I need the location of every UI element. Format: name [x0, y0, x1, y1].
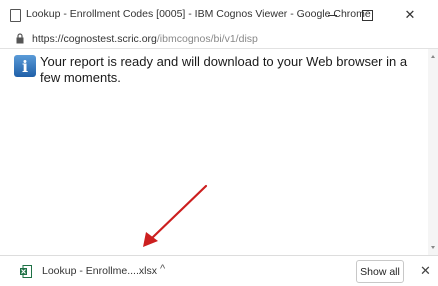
- download-item-name[interactable]: Lookup - Enrollme....xlsx: [42, 265, 157, 277]
- show-all-button[interactable]: Show all: [356, 260, 404, 283]
- close-download-bar-icon[interactable]: ✕: [420, 263, 431, 279]
- annotation-arrow: [143, 184, 208, 247]
- download-shelf: Lookup - Enrollme....xlsx ^ Show all ✕: [0, 255, 438, 286]
- chevron-up-icon[interactable]: ^: [160, 263, 165, 275]
- excel-file-icon: [20, 265, 32, 278]
